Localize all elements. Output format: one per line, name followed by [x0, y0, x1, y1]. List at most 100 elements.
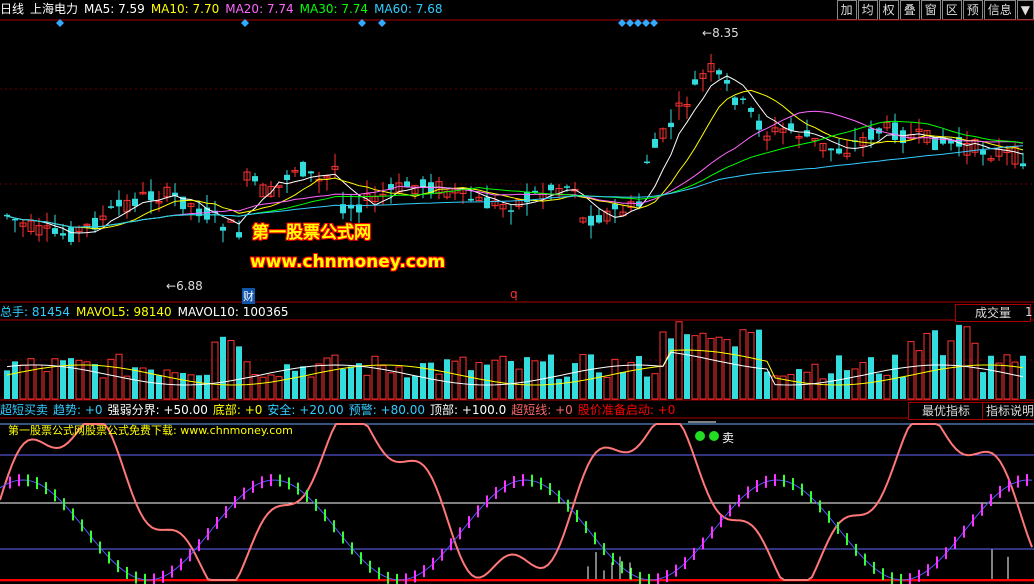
volume-bar: [892, 354, 898, 399]
sell-signal-icon: [695, 431, 705, 441]
candle-body: [724, 80, 730, 84]
volume-button[interactable]: 成交量: [955, 304, 1031, 322]
volume-bar: [379, 365, 387, 400]
volume-bar: [803, 371, 811, 400]
candle-body: [468, 198, 474, 201]
volume-bar: [684, 334, 690, 399]
candle-body: [300, 161, 306, 177]
volume-bar: [508, 360, 514, 399]
candle-body: [892, 122, 898, 140]
volume-bar: [524, 357, 530, 399]
volume-bar: [220, 336, 226, 399]
finance-marker[interactable]: 财: [242, 288, 255, 304]
candle-body: [284, 174, 290, 181]
candle-body: [252, 176, 258, 182]
volume-bar: [723, 339, 731, 400]
volume-bar: [12, 361, 18, 399]
volume-bar: [883, 374, 891, 400]
volume-bar: [35, 364, 43, 400]
volume-bar: [243, 361, 251, 400]
candle-body: [564, 186, 570, 188]
event-marker[interactable]: q: [510, 287, 518, 301]
volume-bar: [204, 374, 210, 399]
candle-body: [484, 197, 490, 209]
volume-bar: [699, 332, 707, 400]
indicator-name[interactable]: 超短买卖: [0, 403, 48, 417]
trend-line: [0, 479, 1033, 581]
candle-body: [220, 226, 226, 231]
volume-bar: [971, 342, 979, 400]
volume-bar: [963, 326, 971, 400]
volume-bar: [19, 364, 27, 400]
volume-bar: [211, 341, 219, 400]
volume-bar: [739, 329, 747, 400]
volume-bar: [348, 366, 354, 399]
volume-bar: [603, 377, 611, 400]
sell-signal-label: 卖: [722, 431, 735, 445]
indicator-short-line: 超短线: +0: [511, 403, 573, 417]
volume-bar: [99, 377, 107, 400]
candle-body: [868, 128, 874, 140]
volume-edge-label: 1: [1025, 305, 1033, 319]
volume-bar: [868, 357, 874, 399]
volume-bar: [796, 369, 802, 399]
ma-line: [6, 145, 1024, 228]
volume-bar: [764, 371, 770, 399]
volume-bar: [491, 359, 499, 400]
volume-bar: [267, 374, 275, 400]
candle-body: [732, 97, 738, 105]
volume-bar: [651, 373, 659, 400]
candle-body: [60, 233, 66, 236]
volume-bar: [187, 374, 195, 400]
watermark-url: www.chnmoney.com: [250, 252, 446, 272]
promo-text: 第一股票公式网股票公式免费下载: www.chnmoney.com: [8, 424, 293, 437]
volume-bar: [771, 375, 779, 400]
volume-bar: [707, 337, 715, 400]
volume-bar: [956, 324, 962, 399]
volume-bar: [756, 329, 762, 399]
volume-bar: [900, 376, 906, 399]
volume-bar: [292, 370, 298, 399]
high-price-label: ←8.35: [702, 26, 739, 40]
candle-body: [52, 228, 58, 234]
volume-bar: [475, 362, 483, 400]
volume-bar: [227, 340, 235, 400]
volume-bar: [171, 372, 179, 400]
candle-body: [12, 218, 18, 221]
volume-bar: [923, 332, 931, 400]
sell-signal-icon: [709, 431, 719, 441]
candle-body: [68, 227, 74, 242]
indicator-safe: 安全: +20.00: [267, 403, 344, 417]
volume-bar: [459, 356, 467, 400]
candle-body: [236, 232, 242, 238]
volume-bar: [300, 366, 306, 399]
volume-bar: [251, 374, 259, 400]
best-indicator-button[interactable]: 最优指标: [908, 402, 984, 420]
volume-bar: [236, 346, 242, 399]
volume-bar: [180, 372, 186, 399]
volume-bar: [1003, 354, 1011, 400]
volume-header: 总手: 81454 MAVOL5: 98140 MAVOL10: 100365: [0, 304, 289, 320]
volume-bar: [811, 363, 819, 400]
volume-bar: [340, 368, 346, 399]
indicator-explain-button[interactable]: 指标说明: [982, 402, 1034, 420]
high-price-value: 8.35: [712, 26, 739, 40]
volume-bar: [995, 362, 1003, 400]
volume-bar: [644, 376, 650, 399]
candle-body: [148, 191, 154, 201]
volume-bar: [43, 371, 51, 400]
oscillator-line: [0, 423, 1033, 581]
ma-line: [6, 89, 1024, 230]
indicator-launch: 股价准备启动: +0: [577, 403, 676, 417]
volume-bar: [428, 362, 434, 399]
candle-body: [108, 206, 114, 208]
indicator-trend: 趋势: +0: [53, 403, 103, 417]
volume-bar: [323, 357, 331, 400]
volume-bar: [404, 377, 410, 399]
indicator-header: 超短买卖 趋势: +0 强弱分界: +50.00 底部: +0 安全: +20.00 预警…: [0, 402, 675, 418]
candle-body: [980, 150, 986, 155]
volume-bar: [620, 372, 626, 399]
candle-body: [508, 210, 514, 212]
volume-bar: [988, 355, 994, 399]
volume-bar: [331, 354, 339, 400]
